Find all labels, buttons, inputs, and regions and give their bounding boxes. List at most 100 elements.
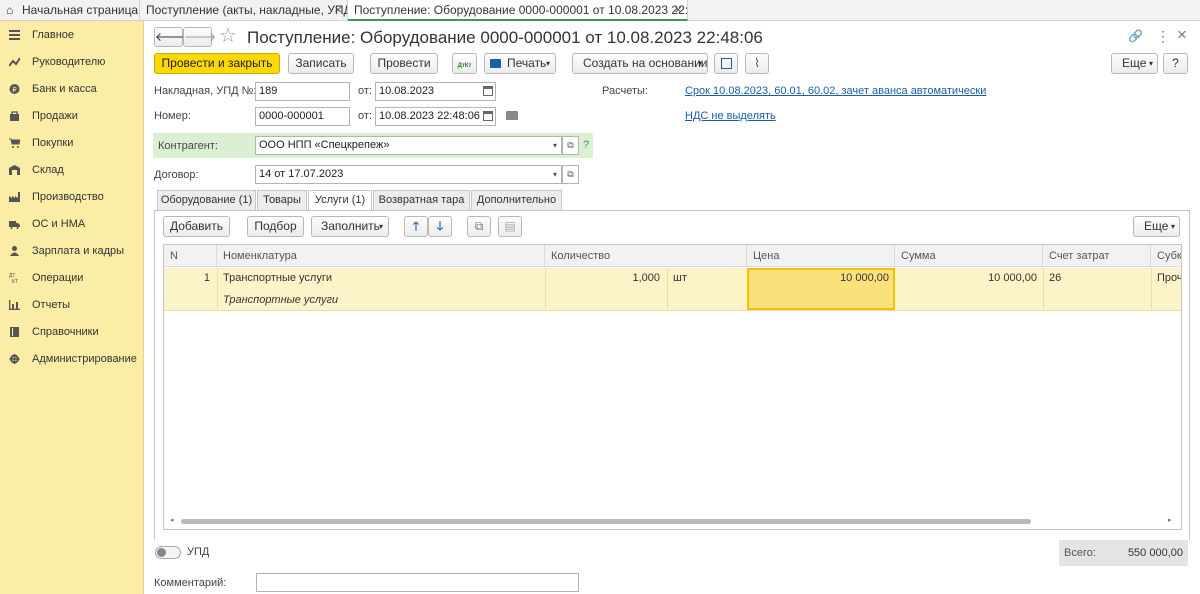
close-icon[interactable]: ×	[334, 0, 342, 20]
save-button[interactable]: Записать	[288, 53, 354, 74]
kebab-icon[interactable]: ⋮	[1156, 28, 1170, 45]
sidebar-item-purchases[interactable]: Покупки	[0, 130, 144, 156]
pick-button[interactable]: Подбор	[247, 216, 304, 237]
sidebar-item-reports[interactable]: Отчеты	[0, 292, 144, 318]
number-date-field[interactable]: 10.08.2023 22:48:06	[375, 107, 496, 126]
sidebar-item-label: Главное	[32, 29, 75, 41]
contract-field[interactable]: 14 от 17.07.2023 ▾	[255, 165, 562, 184]
attachments-button[interactable]: ⌇	[745, 53, 769, 74]
counterparty-label: Контрагент:	[158, 140, 218, 152]
post-button[interactable]: Провести	[370, 53, 438, 74]
horizontal-scrollbar[interactable]	[181, 519, 1031, 524]
sidebar-item-bank[interactable]: ₽ Банк и касса	[0, 76, 144, 102]
tab-additional[interactable]: Дополнительно	[471, 190, 562, 210]
create-based-on-label: Создать на основании	[583, 56, 708, 70]
number-date-value: 10.08.2023 22:48:06	[379, 110, 480, 122]
calendar-icon[interactable]	[483, 86, 493, 96]
tab-equipment[interactable]: Оборудование (1)	[157, 190, 256, 210]
print-button[interactable]: Печать ▾	[484, 53, 556, 74]
row-account: 26	[1049, 272, 1062, 284]
chevron-down-icon[interactable]: ▾	[553, 137, 557, 154]
column-header-account[interactable]: Счет затрат	[1043, 245, 1151, 267]
row-number: 1	[203, 272, 210, 284]
tab-home[interactable]: ⌂ Начальная страница	[0, 0, 140, 21]
open-contract-button[interactable]: ⧉	[562, 165, 579, 184]
fill-button[interactable]: Заполнить ▾	[311, 216, 389, 237]
comment-field[interactable]	[256, 573, 579, 592]
bag-icon	[10, 111, 19, 121]
sidebar-item-operations[interactable]: ДТ КТ Операции	[0, 265, 144, 291]
table-row[interactable]: 1 Транспортные услуги Транспортные услуг…	[164, 268, 1182, 311]
sidebar-item-production[interactable]: Производство	[0, 184, 144, 210]
arrow-right-icon: 🡒	[184, 30, 217, 44]
sidebar-item-warehouse[interactable]: Склад	[0, 157, 144, 183]
comment-label: Комментарий:	[154, 577, 227, 589]
tab-receipt-document[interactable]: Поступление: Оборудование 0000-000001 от…	[348, 0, 688, 21]
sidebar-item-label: ОС и НМА	[32, 218, 86, 230]
dt-kt-button[interactable]: ДтКт	[452, 53, 477, 74]
sidebar-item-main[interactable]: Главное	[0, 22, 144, 48]
tab-returnable-packaging[interactable]: Возвратная тара	[373, 190, 470, 210]
invoice-number-field[interactable]: 189	[255, 82, 350, 101]
close-icon[interactable]: ×	[1177, 25, 1187, 45]
sidebar-item-manager[interactable]: Руководителю	[0, 49, 144, 75]
contract-value: 14 от 17.07.2023	[259, 168, 344, 180]
sidebar-item-sales[interactable]: Продажи	[0, 103, 144, 129]
forward-button[interactable]: 🡒	[183, 27, 216, 47]
paperclip-icon: ⌇	[754, 56, 760, 70]
copy-row-button[interactable]: ⧉	[467, 216, 491, 237]
sidebar-item-references[interactable]: Справочники	[0, 319, 144, 345]
star-icon[interactable]: ☆	[219, 25, 237, 47]
invoice-date-field[interactable]: 10.08.2023	[375, 82, 496, 101]
structure-button[interactable]	[714, 53, 738, 74]
column-header-subconto[interactable]: Субк	[1151, 245, 1181, 267]
post-and-close-button[interactable]: Провести и закрыть	[154, 53, 280, 74]
help-icon[interactable]: ?	[583, 139, 589, 151]
chevron-down-icon: ▾	[1171, 222, 1176, 231]
services-table[interactable]: N Номенклатура Количество Цена Сумма Сче…	[163, 244, 1182, 530]
column-header-item[interactable]: Номенклатура	[217, 245, 545, 267]
more-button[interactable]: Еще ▾	[1111, 53, 1158, 74]
tab-receipts-list[interactable]: Поступление (акты, накладные, УПД) ×	[140, 0, 348, 21]
gear-icon	[9, 354, 20, 364]
back-button[interactable]: 🡐	[154, 27, 187, 47]
open-counterparty-button[interactable]: ⧉	[562, 136, 579, 155]
calendar-icon[interactable]	[483, 111, 493, 121]
tab-services[interactable]: Услуги (1)	[308, 190, 372, 211]
number-field[interactable]: 0000-000001	[255, 107, 350, 126]
edit-date-icon[interactable]	[506, 111, 518, 120]
sidebar-item-administration[interactable]: Администрирование	[0, 346, 144, 372]
settlements-link[interactable]: Срок 10.08.2023, 60.01, 60.02, зачет ава…	[685, 85, 986, 97]
sidebar-item-fixed-assets[interactable]: ОС и НМА	[0, 211, 144, 237]
svg-text:₽: ₽	[12, 86, 17, 94]
arrow-up-icon: 🡑	[412, 219, 420, 233]
close-icon[interactable]: ×	[674, 0, 682, 19]
chart-line-icon	[9, 57, 20, 67]
add-row-button[interactable]: Добавить	[163, 216, 230, 237]
column-header-price[interactable]: Цена	[747, 245, 895, 267]
scroll-left-icon[interactable]: ◂	[170, 516, 174, 524]
move-up-button[interactable]: 🡑	[404, 216, 428, 237]
sidebar-item-salary[interactable]: Зарплата и кадры	[0, 238, 144, 264]
row-subconto: Проч	[1157, 272, 1182, 284]
row-content: Транспортные услуги	[223, 294, 339, 306]
move-down-button[interactable]: 🡓	[428, 216, 452, 237]
column-divider	[1043, 268, 1044, 311]
dt-kt-icon: ДтКт	[457, 63, 472, 69]
tab-goods[interactable]: Товары	[257, 190, 307, 210]
create-based-on-button[interactable]: Создать на основании ▾	[572, 53, 708, 74]
column-header-sum[interactable]: Сумма	[895, 245, 1043, 267]
column-header-quantity[interactable]: Количество	[545, 245, 747, 267]
vat-link[interactable]: НДС не выделять	[685, 110, 776, 122]
help-button[interactable]: ?	[1163, 53, 1188, 74]
sidebar-item-label: Банк и касса	[32, 83, 97, 95]
column-header-n[interactable]: N	[164, 245, 217, 267]
scroll-right-icon[interactable]: ▸	[1168, 516, 1172, 524]
table-more-button[interactable]: Еще ▾	[1133, 216, 1180, 237]
counterparty-field[interactable]: ООО НПП «Спецкрепеж» ▾	[255, 136, 562, 155]
sidebar-item-label: Покупки	[32, 137, 74, 149]
paste-row-button[interactable]: ▤	[498, 216, 522, 237]
link-icon[interactable]: 🔗	[1128, 29, 1143, 43]
chevron-down-icon[interactable]: ▾	[553, 166, 557, 183]
upd-toggle[interactable]	[155, 546, 181, 559]
